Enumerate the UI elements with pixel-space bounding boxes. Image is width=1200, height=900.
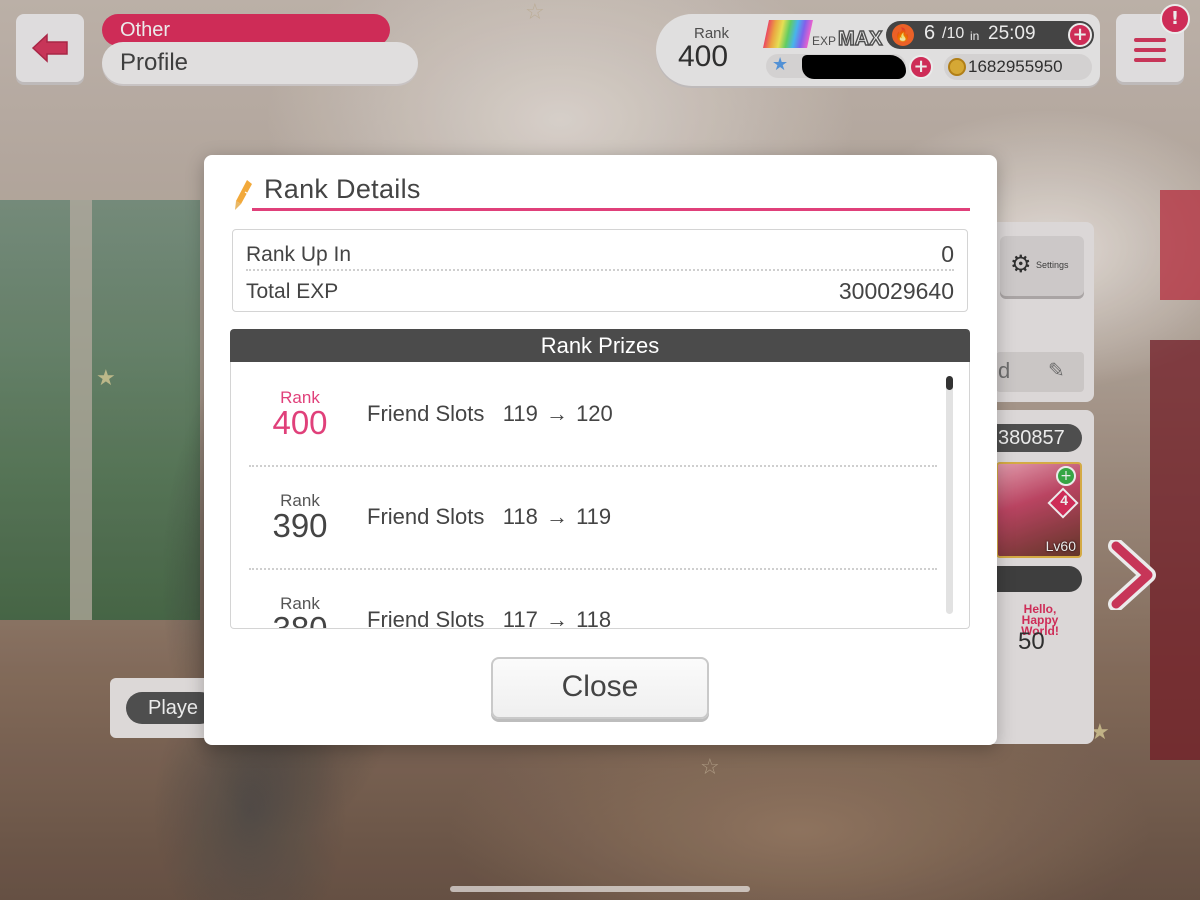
title-underline bbox=[252, 208, 970, 211]
prize-arrow: → bbox=[545, 504, 568, 529]
prize-rank-number: 380 bbox=[272, 610, 328, 629]
total-exp-label: Total EXP bbox=[246, 280, 339, 303]
prize-from: 118 bbox=[502, 504, 538, 529]
prize-rank-number: 400 bbox=[272, 404, 328, 441]
prize-arrow: → bbox=[545, 401, 568, 426]
prize-reward: Friend Slots bbox=[367, 504, 485, 529]
prize-to: 120 bbox=[576, 401, 613, 426]
prize-arrow: → bbox=[545, 607, 568, 629]
rank-prizes-header: Rank Prizes bbox=[230, 329, 970, 363]
rank-prizes-list[interactable]: Rank 400 Friend Slots 119 → 120 Rank 390… bbox=[230, 362, 970, 629]
prize-item: Rank 400 Friend Slots 119 → 120 bbox=[231, 362, 951, 465]
prize-to: 118 bbox=[576, 607, 612, 629]
scrollbar-thumb[interactable] bbox=[946, 376, 953, 390]
prize-to: 119 bbox=[576, 504, 612, 529]
info-divider bbox=[246, 269, 954, 271]
prize-rank-number: 390 bbox=[272, 507, 328, 544]
prize-item: Rank 380 Friend Slots 117 → 118 bbox=[231, 568, 951, 629]
prize-reward: Friend Slots bbox=[367, 401, 485, 426]
prize-reward: Friend Slots bbox=[367, 607, 485, 629]
rank-up-in-value: 0 bbox=[941, 241, 954, 267]
rank-up-in-label: Rank Up In bbox=[246, 243, 352, 266]
prize-description: Friend Slots 118 → 119 bbox=[367, 504, 611, 530]
rank-up-in-row: Rank Up In 0 bbox=[246, 237, 954, 271]
prize-description: Friend Slots 117 → 118 bbox=[367, 607, 612, 629]
close-button[interactable]: Close bbox=[491, 657, 709, 719]
prize-description: Friend Slots 119 → 120 bbox=[367, 401, 613, 427]
total-exp-value: 300029640 bbox=[838, 278, 954, 304]
pencil-icon bbox=[235, 180, 252, 210]
dialog-title: Rank Details bbox=[264, 174, 421, 204]
home-indicator[interactable] bbox=[450, 886, 750, 892]
prizes-scrollbar[interactable] bbox=[946, 376, 953, 614]
total-exp-row: Total EXP 300029640 bbox=[246, 274, 954, 308]
prize-from: 117 bbox=[502, 607, 538, 629]
prize-item: Rank 390 Friend Slots 118 → 119 bbox=[231, 465, 951, 568]
prize-from: 119 bbox=[502, 401, 538, 426]
